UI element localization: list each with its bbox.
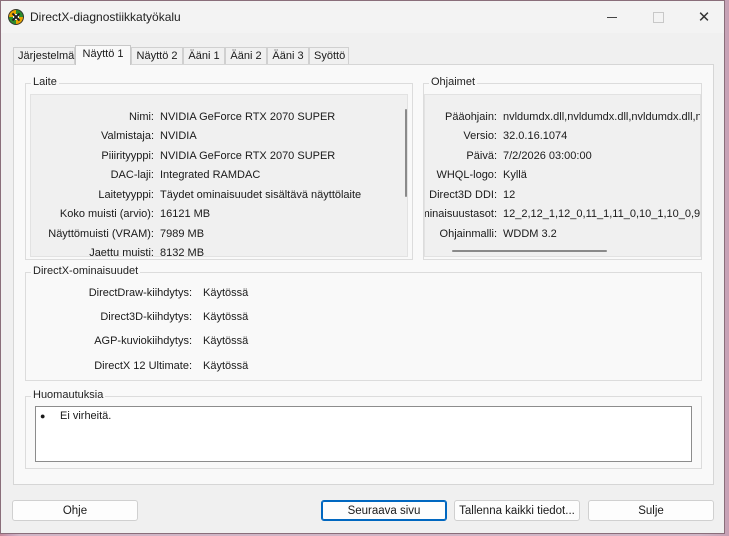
device-row: Nimi: NVIDIA GeForce RTX 2070 SUPER — [31, 111, 401, 125]
bullet-icon: ● — [40, 411, 46, 421]
device-value: NVIDIA — [160, 130, 197, 142]
note-item: Ei virheitä. — [60, 410, 112, 422]
minimize-icon — [607, 16, 617, 18]
device-row: Laitetyyppi: Täydet ominaisuudet sisältä… — [31, 189, 401, 203]
driver-key: Direct3D DDI: — [429, 189, 497, 201]
driver-row: Versio: 32.0.16.1074 — [425, 130, 700, 144]
driver-key: Pääohjain: — [445, 111, 497, 123]
device-key: DAC-laji: — [110, 169, 154, 181]
driver-value: Kyllä — [503, 169, 527, 181]
device-key: Näyttömuisti (VRAM): — [48, 228, 154, 240]
title-bar[interactable]: DirectX-diagnostiikkatyökalu ✕ — [1, 1, 724, 33]
driver-info-list[interactable]: Pääohjain: nvldumdx.dll,nvldumdx.dll,nvl… — [424, 94, 701, 257]
notes-textbox[interactable]: ● Ei virheitä. — [35, 406, 692, 462]
driver-row: WHQL-logo: Kyllä — [425, 169, 700, 183]
feature-value: Käytössä — [203, 335, 249, 347]
feature-row: DirectX 12 Ultimate: Käytössä — [26, 360, 426, 374]
maximize-icon — [652, 11, 664, 23]
device-value: NVIDIA GeForce RTX 2070 SUPER — [160, 150, 336, 162]
driver-row: Ominaisuustasot: 12_2,12_1,12_0,11_1,11_… — [425, 208, 701, 222]
driver-value: 32.0.16.1074 — [503, 130, 568, 142]
feature-key: DirectDraw-kiihdytys: — [88, 287, 192, 299]
tab-sound-3[interactable]: Ääni 3 — [267, 47, 309, 64]
device-row: Koko muisti (arvio): 16121 MB — [31, 208, 401, 222]
feature-value: Käytössä — [203, 287, 249, 299]
driver-key: WHQL-logo: — [436, 169, 497, 181]
device-key: Nimi: — [128, 111, 154, 123]
driver-value: WDDM 3.2 — [503, 228, 557, 240]
device-row: Näyttömuisti (VRAM): 7989 MB — [31, 228, 401, 242]
device-row: Piiirityyppi: NVIDIA GeForce RTX 2070 SU… — [31, 150, 401, 164]
device-row: DAC-laji: Integrated RAMDAC — [31, 169, 401, 183]
close-icon: ✕ — [697, 9, 711, 26]
feature-key: DirectX 12 Ultimate: — [94, 360, 192, 372]
device-key: Laitetyyppi: — [98, 189, 154, 201]
device-value: Integrated RAMDAC — [160, 169, 261, 181]
driver-value: 12_2,12_1,12_0,11_1,11_0,10_1,10_0,9_ — [503, 208, 701, 220]
feature-row: Direct3D-kiihdytys: Käytössä — [26, 311, 426, 325]
directx-features-group: DirectX-ominaisuudet DirectDraw-kiihdyty… — [25, 265, 702, 381]
device-value: 16121 MB — [160, 208, 211, 220]
notes-group-title: Huomautuksia — [31, 389, 106, 401]
driver-key: Versio: — [463, 130, 497, 142]
driver-value: 12 — [503, 189, 516, 201]
driver-key: Päivä: — [466, 150, 497, 162]
drivers-group: Ohjaimet Pääohjain: nvldumdx.dll,nvldumd… — [423, 76, 702, 260]
feature-key: Direct3D-kiihdytys: — [100, 311, 192, 323]
device-vertical-scrollbar[interactable] — [405, 109, 407, 197]
driver-horizontal-scrollbar[interactable] — [452, 250, 607, 252]
device-group: Laite Nimi: NVIDIA GeForce RTX 2070 SUPE… — [25, 76, 413, 260]
feature-value: Käytössä — [203, 360, 249, 372]
device-key: Piiirityyppi: — [101, 150, 154, 162]
help-button[interactable]: Ohje — [12, 500, 138, 521]
tab-sound-1[interactable]: Ääni 1 — [183, 47, 225, 64]
device-key: Valmistaja: — [101, 130, 154, 142]
drivers-group-title: Ohjaimet — [429, 76, 478, 88]
features-group-title: DirectX-ominaisuudet — [31, 265, 141, 277]
tab-input[interactable]: Syöttö — [309, 47, 349, 64]
window-title: DirectX-diagnostiikkatyökalu — [30, 10, 181, 24]
tab-display-1[interactable]: Näyttö 1 — [75, 45, 131, 65]
close-window-button[interactable]: ✕ — [681, 1, 727, 33]
device-row: Valmistaja: NVIDIA — [31, 130, 401, 144]
device-info-list[interactable]: Nimi: NVIDIA GeForce RTX 2070 SUPER Valm… — [30, 94, 408, 257]
driver-key: Ohjainmalli: — [439, 228, 497, 240]
tab-sound-2[interactable]: Ääni 2 — [225, 47, 267, 64]
tab-display-2[interactable]: Näyttö 2 — [131, 47, 183, 64]
feature-row: DirectDraw-kiihdytys: Käytössä — [26, 287, 426, 301]
driver-row: Ohjainmalli: WDDM 3.2 — [425, 228, 700, 242]
device-row: Jaettu muisti: 8132 MB — [31, 247, 401, 257]
device-value: 7989 MB — [160, 228, 205, 240]
maximize-button[interactable] — [635, 1, 681, 33]
device-key: Jaettu muisti: — [89, 247, 154, 257]
driver-row: Direct3D DDI: 12 — [425, 189, 700, 203]
save-all-info-button[interactable]: Tallenna kaikki tiedot... — [454, 500, 580, 521]
driver-value: nvldumdx.dll,nvldumdx.dll,nvldumdx.dll,n… — [503, 111, 701, 123]
feature-key: AGP-kuviokiihdytys: — [94, 335, 192, 347]
minimize-button[interactable] — [589, 1, 635, 33]
driver-value: 7/2/2026 03:00:00 — [503, 150, 592, 162]
device-value: NVIDIA GeForce RTX 2070 SUPER — [160, 111, 336, 123]
device-key: Koko muisti (arvio): — [59, 208, 154, 220]
driver-key: Ominaisuustasot: — [425, 208, 497, 220]
driver-row: Pääohjain: nvldumdx.dll,nvldumdx.dll,nvl… — [425, 111, 701, 125]
driver-row: Päivä: 7/2/2026 03:00:00 — [425, 150, 700, 164]
close-button[interactable]: Sulje — [588, 500, 714, 521]
device-value: 8132 MB — [160, 247, 205, 257]
feature-value: Käytössä — [203, 311, 249, 323]
feature-row: AGP-kuviokiihdytys: Käytössä — [26, 335, 426, 349]
device-value: Täydet ominaisuudet sisältävä näyttölait… — [160, 189, 362, 201]
device-group-title: Laite — [31, 76, 59, 88]
directx-icon — [8, 9, 24, 25]
dxdiag-window: DirectX-diagnostiikkatyökalu ✕ Järjestel… — [0, 0, 725, 534]
next-page-button[interactable]: Seuraava sivu — [321, 500, 447, 521]
tab-system[interactable]: Järjestelmä — [13, 47, 75, 64]
